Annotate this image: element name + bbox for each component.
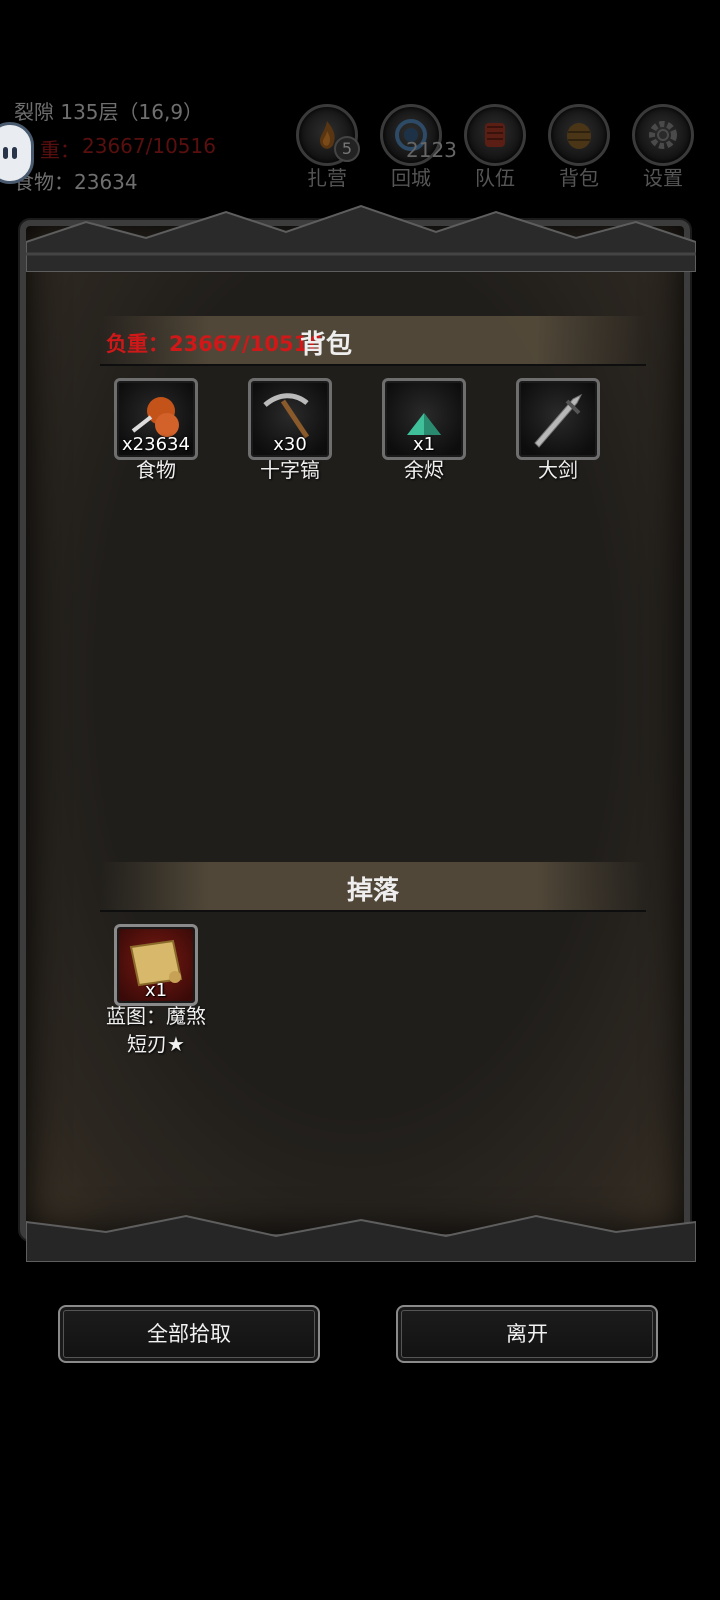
team-icon — [485, 123, 505, 147]
item-quantity: x1 — [412, 434, 436, 455]
bag-weight-text: 负重：23667/10516 — [106, 332, 323, 356]
backpack-button[interactable]: 背包 — [548, 104, 610, 190]
backpack-title: 背包 — [300, 330, 353, 360]
hud-food-text: 食物：23634 — [14, 170, 138, 194]
backpack-label: 背包 — [559, 166, 599, 190]
item-quantity: x30 — [273, 434, 307, 455]
top-nav: 5 扎营 2123 回城 队伍 背包 设置 — [296, 104, 694, 190]
top-hud: 裂隙 135层（16,9） 重： 23667/10516 食物：23634 5 … — [0, 0, 720, 200]
location-text: 裂隙 135层（16,9） — [14, 100, 204, 124]
drop-item-blueprint[interactable]: x1 蓝图：魔煞 短刃★ — [96, 924, 216, 1060]
hud-weight-value: 23667/10516 — [82, 134, 216, 158]
item-quantity: x1 — [144, 980, 168, 1001]
backpack-icon — [567, 123, 591, 149]
settings-button[interactable]: 设置 — [632, 104, 694, 190]
bag-item-pickaxe[interactable]: x30 十字镐 — [248, 378, 332, 486]
leave-button[interactable]: 离开 — [396, 1305, 658, 1363]
return-town-button[interactable]: 2123 回城 — [380, 104, 457, 190]
item-name-line2: 短刃★ — [127, 1032, 185, 1056]
greatsword-icon — [534, 393, 583, 448]
camp-count-badge: 5 — [334, 136, 360, 162]
panel-frame-ornament-bottom — [26, 1214, 696, 1262]
backpack-section-header: 负重：23667/10516 背包 — [100, 316, 646, 366]
item-quantity: x23634 — [122, 434, 190, 455]
camp-label: 扎营 — [307, 166, 347, 190]
drop-section-header: 掉落 — [100, 862, 646, 912]
team-label: 队伍 — [475, 166, 515, 190]
bag-item-greatsword[interactable]: 大剑 — [516, 378, 600, 486]
pickup-all-button[interactable]: 全部拾取 — [58, 1305, 320, 1363]
gear-icon — [649, 121, 677, 149]
return-town-label: 回城 — [391, 166, 431, 190]
loot-panel: 负重：23667/10516 背包 x23634 食物 x30 十字镐 x1 余… — [20, 204, 696, 1262]
settings-label: 设置 — [643, 166, 683, 190]
bag-item-ember[interactable]: x1 余烬 — [382, 378, 466, 486]
floating-assistant-button[interactable] — [0, 122, 34, 184]
hud-weight-label: 重： — [40, 138, 80, 162]
drop-title: 掉落 — [346, 876, 399, 906]
camp-button[interactable]: 5 扎营 — [296, 104, 360, 190]
bag-item-food[interactable]: x23634 食物 — [114, 378, 198, 486]
team-button[interactable]: 队伍 — [464, 104, 526, 190]
return-town-count: 2123 — [406, 138, 457, 162]
panel-frame-ornament — [26, 204, 696, 272]
